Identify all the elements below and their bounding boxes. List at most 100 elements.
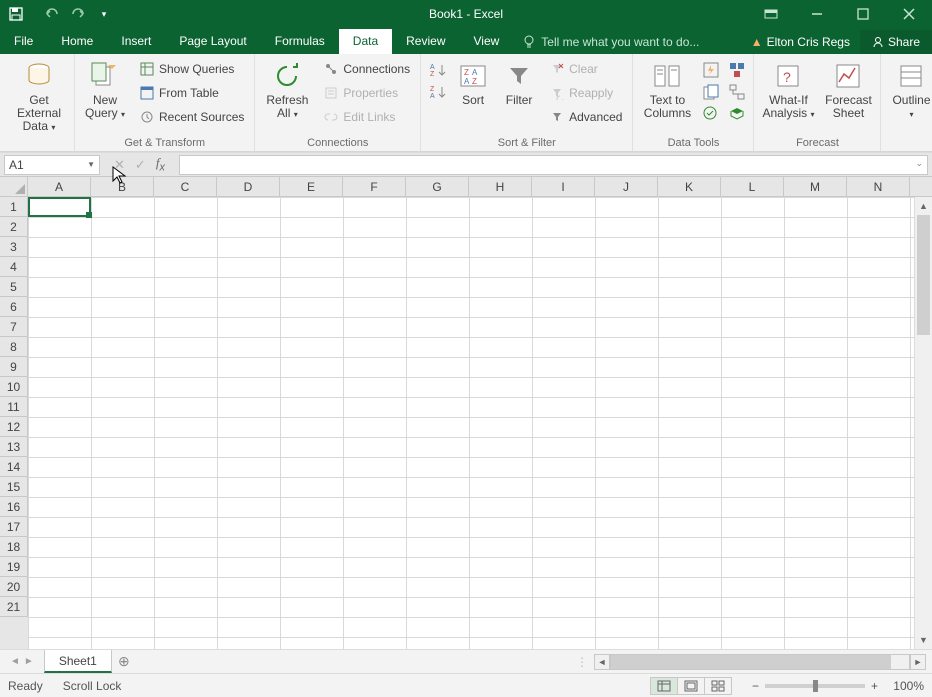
row-header[interactable]: 11 — [0, 397, 28, 417]
row-header[interactable]: 16 — [0, 497, 28, 517]
save-button[interactable] — [4, 2, 28, 26]
normal-view-button[interactable] — [650, 677, 678, 695]
column-header[interactable]: D — [217, 177, 280, 196]
recent-sources-button[interactable]: Recent Sources — [135, 106, 248, 128]
row-header[interactable]: 15 — [0, 477, 28, 497]
refresh-all-button[interactable]: RefreshAll ▾ — [261, 58, 313, 121]
clear-button[interactable]: Clear — [545, 58, 626, 80]
account-button[interactable]: ▲ Elton Cris Regs — [741, 30, 860, 54]
sort-asc-button[interactable]: AZ — [427, 60, 447, 80]
undo-button[interactable] — [40, 2, 64, 26]
tab-data[interactable]: Data — [339, 29, 392, 54]
tab-insert[interactable]: Insert — [107, 29, 165, 54]
show-queries-button[interactable]: Show Queries — [135, 58, 248, 80]
scroll-down-button[interactable]: ▼ — [915, 631, 932, 649]
name-box[interactable]: A1 ▼ — [4, 155, 100, 175]
advanced-button[interactable]: Advanced — [545, 106, 626, 128]
sort-button[interactable]: ZAAZ Sort — [453, 58, 493, 107]
column-header[interactable]: L — [721, 177, 784, 196]
column-header[interactable]: B — [91, 177, 154, 196]
page-break-view-button[interactable] — [704, 677, 732, 695]
scroll-left-button[interactable]: ◄ — [594, 654, 610, 670]
relationships-button[interactable] — [727, 82, 747, 102]
row-header[interactable]: 6 — [0, 297, 28, 317]
forecast-sheet-button[interactable]: ForecastSheet — [822, 58, 874, 120]
column-header[interactable]: K — [658, 177, 721, 196]
column-header[interactable]: I — [532, 177, 595, 196]
horizontal-scroll-thumb[interactable] — [611, 655, 891, 669]
row-header[interactable]: 17 — [0, 517, 28, 537]
column-header[interactable]: F — [343, 177, 406, 196]
insert-function-button[interactable]: fx — [156, 155, 165, 174]
outline-button[interactable]: Outline▾ — [887, 58, 932, 121]
new-sheet-button[interactable]: ⊕ — [112, 653, 136, 670]
column-header[interactable]: G — [406, 177, 469, 196]
row-header[interactable]: 12 — [0, 417, 28, 437]
consolidate-button[interactable] — [727, 60, 747, 80]
properties-button[interactable]: Properties — [319, 82, 414, 104]
maximize-button[interactable] — [840, 0, 886, 28]
row-header[interactable]: 1 — [0, 197, 28, 217]
column-header[interactable]: M — [784, 177, 847, 196]
get-external-data-button[interactable]: Get ExternalData ▾ — [10, 58, 68, 134]
share-button[interactable]: Share — [860, 30, 932, 54]
row-header[interactable]: 20 — [0, 577, 28, 597]
enter-formula-button[interactable]: ✓ — [135, 157, 146, 173]
filter-button[interactable]: Filter — [499, 58, 539, 107]
row-header[interactable]: 3 — [0, 237, 28, 257]
tab-review[interactable]: Review — [392, 29, 459, 54]
minimize-button[interactable] — [794, 0, 840, 28]
row-header[interactable]: 13 — [0, 437, 28, 457]
select-all-corner[interactable] — [0, 177, 28, 196]
scroll-up-button[interactable]: ▲ — [915, 197, 932, 215]
vertical-scroll-thumb[interactable] — [917, 215, 930, 335]
ribbon-display-options-button[interactable] — [748, 0, 794, 28]
whatif-button[interactable]: ? What-IfAnalysis ▾ — [760, 58, 816, 121]
sheet-nav-next-icon[interactable]: ► — [24, 656, 34, 667]
sheet-tab-active[interactable]: Sheet1 — [44, 650, 112, 673]
formula-input[interactable]: ⌄ — [179, 155, 928, 175]
row-header[interactable]: 4 — [0, 257, 28, 277]
connections-button[interactable]: Connections — [319, 58, 414, 80]
row-header[interactable]: 9 — [0, 357, 28, 377]
row-header[interactable]: 2 — [0, 217, 28, 237]
scroll-right-button[interactable]: ► — [910, 654, 926, 670]
zoom-level[interactable]: 100% — [884, 679, 924, 693]
row-header[interactable]: 21 — [0, 597, 28, 617]
tab-split-handle[interactable]: ⋮ — [570, 655, 594, 669]
column-header[interactable]: A — [28, 177, 91, 196]
column-header[interactable]: E — [280, 177, 343, 196]
column-header[interactable]: C — [154, 177, 217, 196]
row-header[interactable]: 5 — [0, 277, 28, 297]
zoom-slider[interactable] — [765, 684, 865, 688]
remove-duplicates-button[interactable] — [701, 82, 721, 102]
page-layout-view-button[interactable] — [677, 677, 705, 695]
sheet-nav-prev-icon[interactable]: ◄ — [10, 656, 20, 667]
redo-button[interactable] — [66, 2, 90, 26]
zoom-out-button[interactable]: − — [752, 679, 759, 693]
manage-data-model-button[interactable] — [727, 104, 747, 124]
row-header[interactable]: 10 — [0, 377, 28, 397]
tab-formulas[interactable]: Formulas — [261, 29, 339, 54]
cancel-formula-button[interactable]: ✕ — [114, 157, 125, 173]
row-header[interactable]: 19 — [0, 557, 28, 577]
text-to-columns-button[interactable]: Text toColumns — [639, 58, 695, 120]
row-header[interactable]: 8 — [0, 337, 28, 357]
data-validation-button[interactable] — [701, 104, 721, 124]
horizontal-scrollbar[interactable]: ⋮ ◄ ► — [136, 654, 932, 670]
cells-area[interactable] — [28, 197, 914, 649]
tab-page-layout[interactable]: Page Layout — [165, 29, 260, 54]
vertical-scrollbar[interactable]: ▲ ▼ — [914, 197, 932, 649]
from-table-button[interactable]: From Table — [135, 82, 248, 104]
column-header[interactable]: J — [595, 177, 658, 196]
column-header[interactable]: H — [469, 177, 532, 196]
tab-home[interactable]: Home — [47, 29, 107, 54]
flash-fill-button[interactable] — [701, 60, 721, 80]
row-header[interactable]: 7 — [0, 317, 28, 337]
sheet-nav-buttons[interactable]: ◄ ► — [0, 656, 44, 667]
qat-customize-button[interactable]: ▾ — [92, 2, 116, 26]
column-header[interactable]: N — [847, 177, 910, 196]
tab-view[interactable]: View — [460, 29, 514, 54]
zoom-in-button[interactable]: + — [871, 679, 878, 693]
row-header[interactable]: 14 — [0, 457, 28, 477]
